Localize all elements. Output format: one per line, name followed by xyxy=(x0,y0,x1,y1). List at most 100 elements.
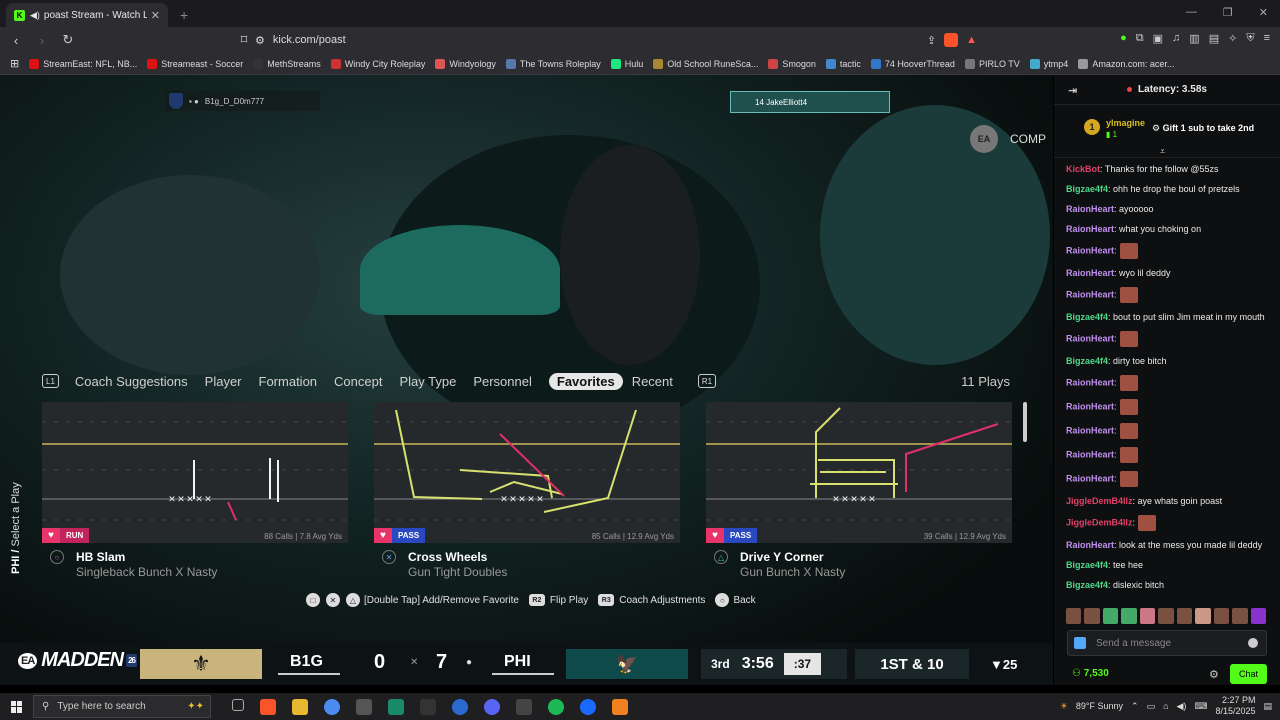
chat-input[interactable]: Send a message xyxy=(1067,630,1267,656)
windows-start-icon[interactable] xyxy=(11,700,23,713)
minimize-icon[interactable]: — xyxy=(1186,6,1197,19)
channel-points[interactable]: ⚇ 7,530 xyxy=(1072,668,1109,679)
taskbar-search[interactable]: ⚲ Type here to search ✦✦ xyxy=(33,695,211,718)
bookmark-item[interactable]: The Towns Roleplay xyxy=(505,58,601,69)
bookmark-item[interactable]: Old School RuneSca... xyxy=(653,58,758,69)
emote-icon[interactable] xyxy=(1232,608,1248,624)
bookmark-item[interactable]: 74 HooverThread xyxy=(870,58,955,69)
extension-d-icon[interactable]: ● xyxy=(1120,32,1127,45)
gift-sub-button[interactable]: ⚙ Gift 1 sub to take 2nd xyxy=(1152,123,1254,134)
tray-app-icon[interactable]: ▭ xyxy=(1147,701,1156,712)
bookmark-item[interactable]: PIRLO TV xyxy=(964,58,1020,69)
notifications-icon[interactable]: ▤ xyxy=(1263,701,1272,712)
network-icon[interactable]: ⌂ xyxy=(1163,701,1168,711)
chat-username[interactable]: RaionHeart xyxy=(1066,245,1114,255)
chat-settings-icon[interactable]: ⚙ xyxy=(1209,668,1219,681)
emote-icon[interactable] xyxy=(1158,608,1174,624)
chat-username[interactable]: JiggleDemB4llz xyxy=(1066,496,1133,506)
brave-shields-icon[interactable] xyxy=(944,33,959,47)
play-select-button-icon[interactable]: ✕ xyxy=(382,550,396,564)
close-window-icon[interactable]: ✕ xyxy=(1259,6,1268,19)
bookmark-item[interactable]: Amazon.com: acer... xyxy=(1078,58,1174,69)
filter-tab-play-type[interactable]: Play Type xyxy=(399,374,456,389)
chat-username[interactable]: KickBot xyxy=(1066,164,1100,174)
extension-box-icon[interactable]: ▣ xyxy=(1153,32,1163,45)
chat-username[interactable]: Bigzae4f4 xyxy=(1066,184,1108,194)
vpn-icon[interactable]: ⛨ xyxy=(1246,32,1254,45)
shazam-icon[interactable] xyxy=(580,699,596,715)
bookmark-item[interactable]: Smogon xyxy=(768,58,816,69)
audio-playing-icon[interactable]: ◀) xyxy=(30,10,40,21)
expand-pinned-icon[interactable]: ⩡ xyxy=(1160,146,1165,157)
bookmark-icon[interactable]: ⌑ xyxy=(234,32,254,48)
emote-icon[interactable] xyxy=(1102,608,1119,624)
play-name[interactable]: Cross Wheels xyxy=(408,550,487,564)
chat-username[interactable]: RaionHeart xyxy=(1066,401,1114,411)
close-tab-icon[interactable]: ✕ xyxy=(151,9,160,22)
bookmark-item[interactable]: StreamEast: NFL, NB... xyxy=(29,58,137,69)
filter-tab-recent[interactable]: Recent xyxy=(632,374,673,389)
cross-button-icon[interactable]: ✕ xyxy=(326,593,340,607)
browser-tab[interactable]: K ◀) poast Stream - Watch Live on ✕ xyxy=(6,3,168,27)
back-icon[interactable]: ‹ xyxy=(6,33,26,48)
chat-username[interactable]: RaionHeart xyxy=(1066,289,1114,299)
discord-icon[interactable] xyxy=(484,699,500,715)
emote-icon[interactable] xyxy=(1084,608,1100,624)
chat-username[interactable]: RaionHeart xyxy=(1066,425,1114,435)
chat-username[interactable]: RaionHeart xyxy=(1066,377,1114,387)
filter-tab-personnel[interactable]: Personnel xyxy=(473,374,532,389)
reload-icon[interactable]: ↻ xyxy=(58,32,78,48)
play-card[interactable]: ✕ ✕ ✕ ✕ ✕ ♥ PASS 85 Calls | 12.9 Avg Yds xyxy=(374,402,680,543)
taskbar-clock[interactable]: 2:27 PM 8/15/2025 xyxy=(1215,695,1255,717)
chat-username[interactable]: RaionHeart xyxy=(1066,449,1114,459)
bookmark-item[interactable]: Windyology xyxy=(435,58,496,69)
emote-icon[interactable] xyxy=(1250,608,1266,624)
circle-button-icon[interactable]: ○ xyxy=(715,593,730,607)
app-green-icon[interactable] xyxy=(388,699,404,715)
play-select-button-icon[interactable]: ○ xyxy=(50,550,64,564)
emote-icon[interactable] xyxy=(1066,608,1082,624)
heart-icon[interactable]: ♥ xyxy=(374,528,392,543)
chat-username[interactable]: RaionHeart xyxy=(1066,540,1114,550)
leo-icon[interactable]: ✧ xyxy=(1228,32,1237,45)
bookmark-item[interactable]: Hulu xyxy=(610,58,643,69)
app-game-icon[interactable] xyxy=(516,699,532,715)
chat-username[interactable]: RaionHeart xyxy=(1066,268,1114,278)
stream-video[interactable]: ▪ ● B1g_D_D0m777 14 JakeElliott4 EA COMP… xyxy=(0,75,1053,685)
chat-username[interactable]: Bigzae4f4 xyxy=(1066,356,1108,366)
emoji-picker-icon[interactable] xyxy=(1248,638,1258,648)
task-view-icon[interactable] xyxy=(232,699,244,711)
emote-icon[interactable] xyxy=(1213,608,1230,624)
chrome-icon[interactable] xyxy=(324,699,340,715)
bookmark-item[interactable]: tactic xyxy=(825,58,861,69)
gifter-username[interactable]: ylmagine xyxy=(1106,118,1145,128)
forward-icon[interactable]: › xyxy=(32,33,52,48)
chat-username[interactable]: Bigzae4f4 xyxy=(1066,312,1108,322)
play-name[interactable]: Drive Y Corner xyxy=(740,550,824,564)
back-label[interactable]: Back xyxy=(733,595,755,606)
chat-username[interactable]: JiggleDemB4llz xyxy=(1066,517,1133,527)
triangle-button-icon[interactable]: △ xyxy=(346,593,360,607)
menu-icon[interactable]: ≡ xyxy=(1264,32,1270,45)
address-bar[interactable]: ⚙ kick.com/poast ⇪ ▲ xyxy=(255,30,977,50)
wallet-icon[interactable]: ▤ xyxy=(1209,32,1219,45)
r3-button-icon[interactable]: R3 xyxy=(598,594,615,606)
emote-icon[interactable] xyxy=(1195,608,1211,624)
site-info-icon[interactable]: ⚙ xyxy=(255,34,265,47)
r1-button-icon[interactable]: R1 xyxy=(697,374,717,388)
chat-username[interactable]: RaionHeart xyxy=(1066,333,1114,343)
filter-tab-concept[interactable]: Concept xyxy=(334,374,382,389)
filter-tab-player[interactable]: Player xyxy=(205,374,242,389)
emote-icon[interactable] xyxy=(1139,608,1156,624)
chat-username[interactable]: Bigzae4f4 xyxy=(1066,580,1108,590)
heart-icon[interactable]: ♥ xyxy=(706,528,724,543)
new-tab-button[interactable]: + xyxy=(180,7,188,23)
chat-username[interactable]: Bigzae4f4 xyxy=(1066,560,1108,570)
play-card[interactable]: ✕ ✕ ✕ ✕ ✕ ♥ PASS 39 Calls | 12.9 Avg Yds xyxy=(706,402,1012,543)
filter-tab-favorites[interactable]: Favorites xyxy=(548,372,623,390)
volume-icon[interactable]: ◀) xyxy=(1177,701,1187,712)
extension-puzzle-icon[interactable]: ⧉ xyxy=(1136,32,1144,45)
favorite-action-label[interactable]: [Double Tap] Add/Remove Favorite xyxy=(364,595,519,606)
bookmark-item[interactable]: Windy City Roleplay xyxy=(330,58,425,69)
bookmark-item[interactable]: ytmp4 xyxy=(1029,58,1068,69)
